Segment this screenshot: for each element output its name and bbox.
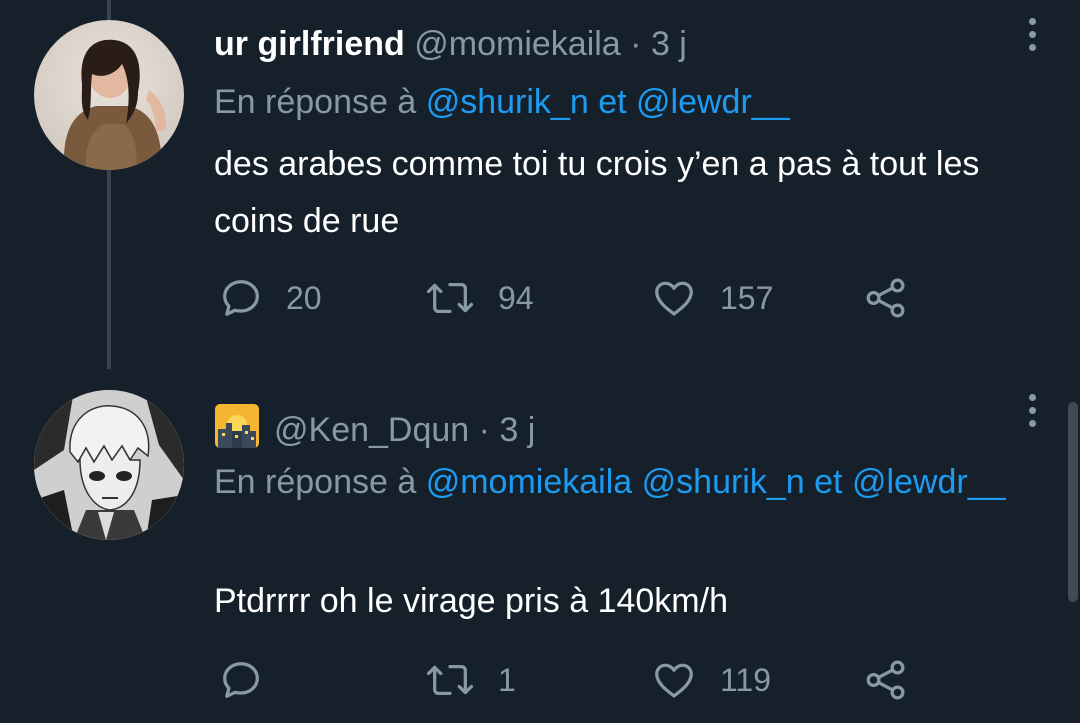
- tweet-text: Ptdrrrr oh le virage pris à 140km/h: [214, 582, 728, 620]
- separator-dot: ·: [630, 25, 642, 63]
- retweet-icon: [426, 664, 474, 696]
- share-button[interactable]: [862, 273, 910, 323]
- mention-link[interactable]: @shurik_n: [642, 463, 805, 501]
- tweet-text: des arabes comme toi tu crois y’en a pas…: [214, 145, 980, 240]
- tweet-thread: ur girlfriend @momiekaila · 3 j En répon…: [0, 0, 1080, 723]
- tweet-header: @Ken_Dqun · 3 j: [214, 403, 535, 450]
- username-handle[interactable]: @momiekaila: [414, 25, 620, 63]
- tweet-1[interactable]: ur girlfriend @momiekaila · 3 j En répon…: [0, 0, 1080, 370]
- like-button[interactable]: 119: [650, 655, 771, 705]
- share-icon: [866, 660, 905, 700]
- mention-joiner: et: [814, 463, 843, 501]
- tweet-header: ur girlfriend @momiekaila · 3 j: [214, 24, 687, 64]
- heart-icon: [655, 663, 693, 698]
- display-name[interactable]: ur girlfriend: [214, 25, 405, 63]
- avatar-ken-dqun[interactable]: [34, 390, 184, 540]
- replying-to-label: En réponse à: [214, 463, 417, 501]
- tweet-actions: 20 94 157: [214, 273, 974, 323]
- more-icon[interactable]: [1026, 18, 1038, 58]
- retweet-button[interactable]: 1: [424, 655, 516, 705]
- timestamp[interactable]: 3 j: [499, 411, 535, 449]
- share-icon: [866, 278, 905, 318]
- tweet-2[interactable]: @Ken_Dqun · 3 j En réponse à @momiekaila…: [0, 370, 1080, 723]
- manga-avatar: [34, 390, 184, 540]
- like-count: 157: [720, 279, 774, 316]
- mention-link[interactable]: @momiekaila: [426, 463, 632, 501]
- tweet-actions: 1 119: [214, 655, 974, 705]
- more-icon[interactable]: [1026, 394, 1038, 434]
- replying-to-label: En réponse à: [214, 83, 417, 121]
- retweet-count: 94: [498, 279, 534, 316]
- retweet-count: 1: [498, 661, 516, 698]
- retweet-icon: [426, 282, 474, 314]
- retweet-button[interactable]: 94: [424, 273, 534, 323]
- night-city-emoji: [215, 404, 259, 448]
- separator-dot: ·: [478, 411, 490, 449]
- avatar-photo: [34, 20, 184, 170]
- mention-joiner: et: [598, 83, 627, 121]
- reply-icon: [223, 662, 259, 698]
- reply-button[interactable]: [218, 655, 286, 705]
- mention-link[interactable]: @shurik_n: [426, 83, 589, 121]
- username-handle[interactable]: @Ken_Dqun: [274, 411, 469, 449]
- timestamp[interactable]: 3 j: [651, 25, 687, 63]
- mention-link[interactable]: @lewdr__: [852, 463, 1006, 501]
- replying-to-line: En réponse à @momiekaila @shurik_n et @l…: [214, 454, 1014, 510]
- heart-icon: [655, 281, 693, 316]
- like-count: 119: [720, 661, 772, 698]
- mention-link[interactable]: @lewdr__: [636, 83, 790, 121]
- reply-icon: [223, 280, 259, 316]
- reply-button[interactable]: 20: [218, 273, 322, 323]
- replying-to-line: En réponse à @shurik_n et @lewdr__: [214, 74, 1014, 130]
- avatar-ur-girlfriend[interactable]: [34, 20, 184, 170]
- like-button[interactable]: 157: [650, 273, 773, 323]
- share-button[interactable]: [862, 655, 910, 705]
- reply-count: 20: [286, 279, 322, 316]
